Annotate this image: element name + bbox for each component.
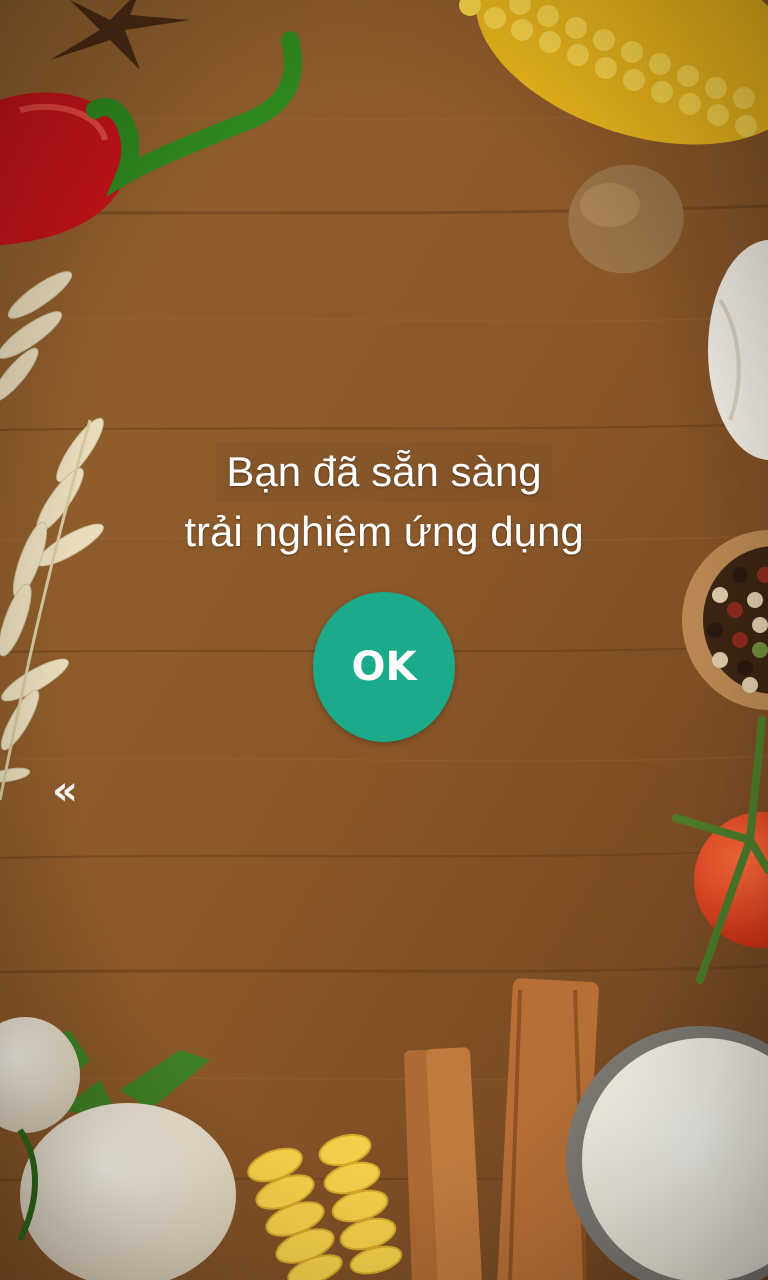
onboarding-screen: Bạn đã sẵn sàng trải nghiệm ứng dụng OK … [0,0,768,1280]
ready-message: Bạn đã sẵn sàng trải nghiệm ứng dụng [0,442,768,562]
ready-message-line2: trải nghiệm ứng dụng [184,508,584,555]
ready-message-line1: Bạn đã sẵn sàng [216,442,552,502]
double-chevron-left-icon[interactable]: « [40,766,90,816]
ok-button[interactable]: OK [313,592,455,742]
